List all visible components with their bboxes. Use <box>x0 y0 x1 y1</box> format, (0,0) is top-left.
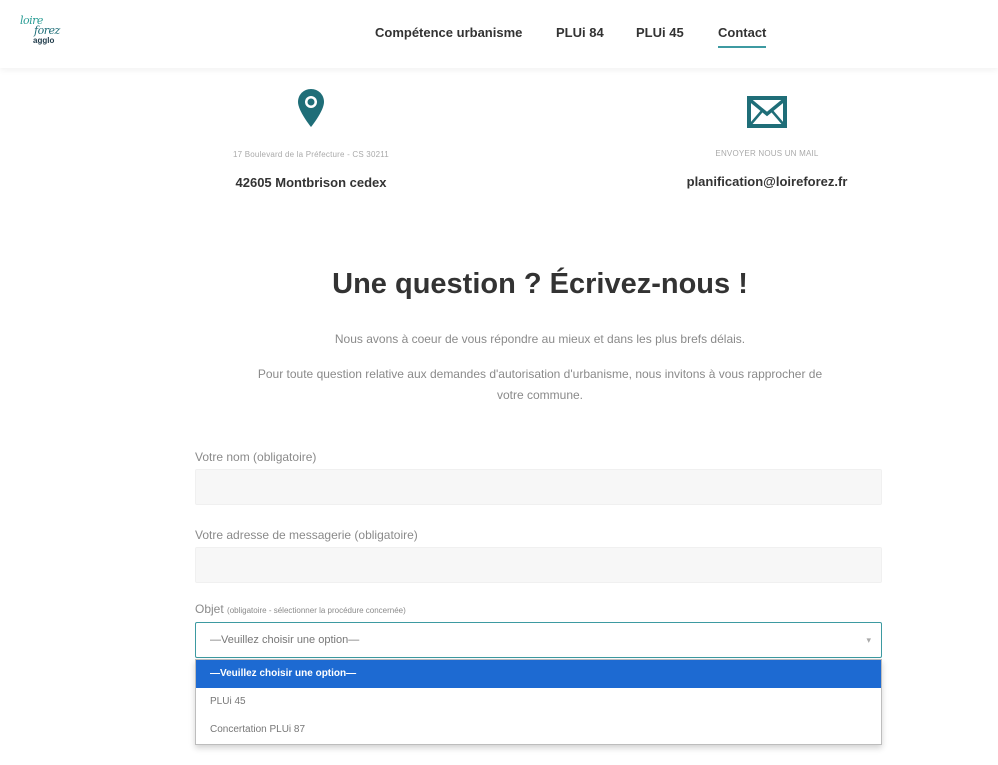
page-title: Une question ? Écrivez-nous ! <box>332 268 748 300</box>
address-street: 17 Boulevard de la Préfecture - CS 30211 <box>233 150 389 159</box>
map-marker-icon <box>298 89 324 127</box>
address-city: 42605 Montbrison cedex <box>235 175 387 190</box>
email-caption: ENVOYER NOUS UN MAIL <box>715 149 819 158</box>
email-input[interactable] <box>195 547 882 583</box>
dropdown-option[interactable]: PLUi 45 <box>196 688 881 716</box>
name-field-label: Votre nom (obligatoire) <box>195 450 317 464</box>
object-field-label: Objet (obligatoire - sélectionner la pro… <box>195 602 406 616</box>
object-select-value: —Veuillez choisir une option— <box>210 634 360 646</box>
nav-plui-45[interactable]: PLUi 45 <box>636 25 684 40</box>
object-label-text: Objet <box>195 602 224 616</box>
email-address-link[interactable]: planification@loireforez.fr <box>637 174 897 189</box>
email-field-label: Votre adresse de messagerie (obligatoire… <box>195 528 418 542</box>
intro-line-1: Nous avons à coeur de vous répondre au m… <box>334 332 746 346</box>
object-label-hint: (obligatoire - sélectionner la procédure… <box>227 606 406 615</box>
intro-line-3: votre commune. <box>496 388 584 402</box>
address-block: 17 Boulevard de la Préfecture - CS 30211… <box>181 88 441 190</box>
email-block: ENVOYER NOUS UN MAIL planification@loire… <box>637 88 897 189</box>
nav-plui-84[interactable]: PLUi 84 <box>556 25 604 40</box>
nav-contact[interactable]: Contact <box>718 25 767 48</box>
object-dropdown-list: —Veuillez choisir une option— PLUi 45 Co… <box>195 659 882 745</box>
name-input[interactable] <box>195 469 882 505</box>
nav-competence-urbanisme[interactable]: Compétence urbanisme <box>375 25 522 40</box>
dropdown-option[interactable]: Concertation PLUi 87 <box>196 716 881 744</box>
main-nav: Compétence urbanisme PLUi 84 PLUi 45 Con… <box>0 25 998 55</box>
chevron-down-icon: ▾ <box>866 635 871 645</box>
envelope-icon <box>747 96 787 128</box>
object-select[interactable]: —Veuillez choisir une option— ▾ <box>195 622 882 658</box>
site-header: loire forez agglo Compétence urbanisme P… <box>0 0 998 68</box>
dropdown-option[interactable]: —Veuillez choisir une option— <box>196 660 881 688</box>
